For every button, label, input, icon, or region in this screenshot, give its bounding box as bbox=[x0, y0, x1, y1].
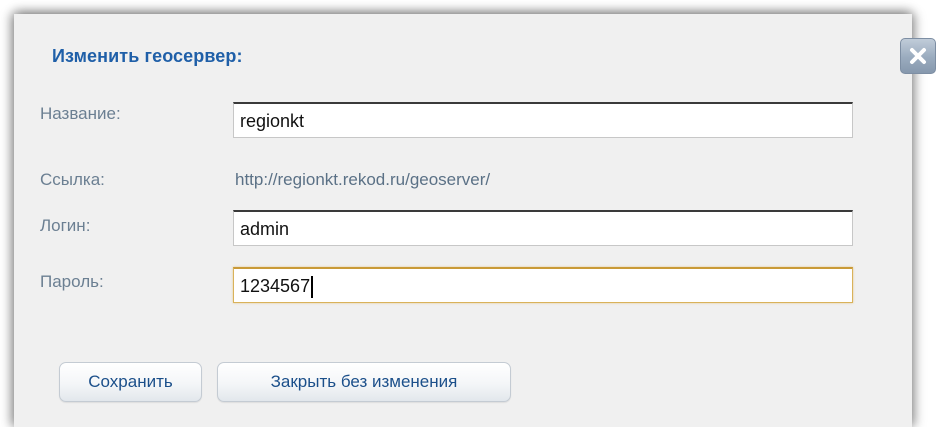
password-field-value: 1234567 bbox=[240, 274, 314, 299]
dialog-title: Изменить геосервер: bbox=[52, 46, 243, 66]
text-caret bbox=[311, 276, 314, 299]
login-field[interactable]: admin bbox=[233, 210, 853, 246]
login-field-value: admin bbox=[240, 219, 290, 239]
save-button[interactable]: Сохранить bbox=[59, 362, 202, 402]
name-field[interactable]: regionkt bbox=[233, 102, 853, 138]
link-value: http://regionkt.rekod.ru/geoserver/ bbox=[235, 170, 491, 189]
password-text: 1234567 bbox=[240, 276, 311, 296]
login-label: Логин: bbox=[40, 216, 91, 235]
close-button[interactable] bbox=[900, 38, 936, 74]
password-field[interactable]: 1234567 bbox=[233, 267, 853, 303]
close-icon bbox=[910, 48, 926, 64]
link-label: Ссылка: bbox=[40, 170, 105, 189]
name-label: Название: bbox=[40, 104, 121, 123]
name-field-value: regionkt bbox=[240, 111, 305, 131]
close-without-changes-button[interactable]: Закрыть без изменения bbox=[217, 362, 511, 402]
password-label: Пароль: bbox=[40, 272, 104, 291]
stage: Изменить геосервер: Название: regionkt С… bbox=[0, 0, 941, 427]
